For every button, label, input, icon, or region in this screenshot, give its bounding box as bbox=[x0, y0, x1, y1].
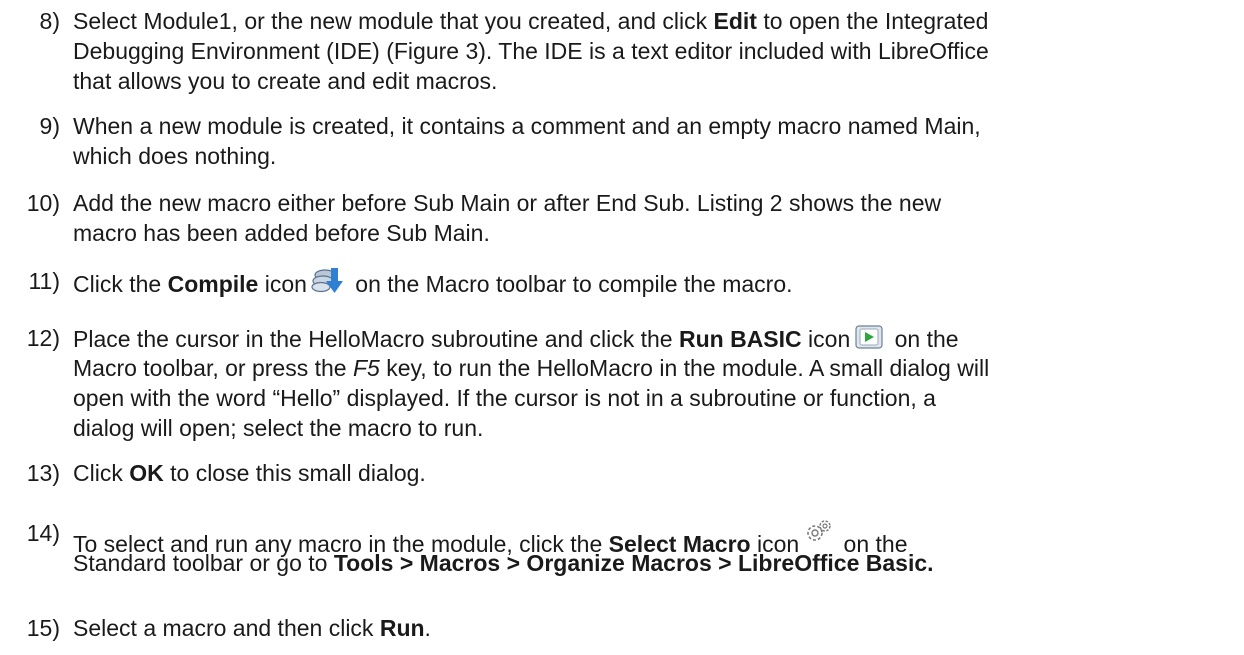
step-text: To select and run any macro in the modul… bbox=[73, 518, 1235, 578]
text-line: Select Module1, or the new module that y… bbox=[73, 8, 989, 34]
text-line: that allows you to create and edit macro… bbox=[73, 68, 498, 94]
step-text: Add the new macro either before Sub Main… bbox=[73, 188, 1235, 248]
compile-icon bbox=[311, 266, 345, 296]
key-name-f5: F5 bbox=[352, 355, 380, 381]
step-number: 9) bbox=[39, 113, 60, 139]
text-line: To select and run any macro in the modul… bbox=[73, 518, 1235, 557]
text-line: dialog will open; select the macro to ru… bbox=[73, 415, 484, 441]
run-basic-icon bbox=[854, 323, 884, 351]
bold-term-run: Run bbox=[379, 615, 425, 641]
bold-term-run-basic: Run BASIC bbox=[678, 326, 802, 352]
text-line: Macro toolbar, or press the F5 key, to r… bbox=[73, 355, 990, 381]
text-line: Click the Compile icon on the Macro tool… bbox=[73, 266, 1235, 297]
bold-menu-path: Tools > Macros > Organize Macros > Libre… bbox=[333, 550, 934, 576]
bold-term-ok: OK bbox=[129, 460, 164, 486]
step-number: 12) bbox=[26, 325, 60, 351]
step-number: 15) bbox=[26, 615, 60, 641]
text-line: Place the cursor in the HelloMacro subro… bbox=[73, 323, 1235, 353]
step-text: Select Module1, or the new module that y… bbox=[73, 6, 1235, 96]
step-text: Place the cursor in the HelloMacro subro… bbox=[73, 323, 1235, 443]
text-line: Debugging Environment (IDE) (Figure 3). … bbox=[73, 38, 989, 64]
text-line: open with the word “Hello” displayed. If… bbox=[73, 385, 936, 411]
select-macro-icon bbox=[803, 518, 833, 546]
text-line: Click OK to close this small dialog. bbox=[73, 460, 426, 486]
bold-term-compile: Compile bbox=[167, 271, 259, 297]
step-number: 13) bbox=[26, 460, 60, 486]
step-number: 10) bbox=[26, 190, 60, 216]
bold-term-edit: Edit bbox=[713, 8, 757, 34]
step-number: 11) bbox=[28, 268, 60, 294]
step-text: When a new module is created, it contain… bbox=[73, 111, 1235, 171]
step-number: 14) bbox=[26, 520, 60, 546]
step-text: Select a macro and then click Run. bbox=[73, 613, 1235, 643]
text-line: When a new module is created, it contain… bbox=[73, 113, 981, 139]
step-text: Click the Compile icon on the Macro tool… bbox=[73, 266, 1235, 297]
text-line: Select a macro and then click Run. bbox=[73, 615, 431, 641]
text-line: macro has been added before Sub Main. bbox=[73, 220, 490, 246]
step-text: Click OK to close this small dialog. bbox=[73, 458, 1235, 488]
document-page: 8) Select Module1, or the new module tha… bbox=[0, 0, 1244, 655]
step-number: 8) bbox=[39, 8, 60, 34]
text-line: Add the new macro either before Sub Main… bbox=[73, 190, 942, 216]
text-line: which does nothing. bbox=[73, 143, 277, 169]
text-line: Standard toolbar or go to Tools > Macros… bbox=[73, 550, 934, 576]
